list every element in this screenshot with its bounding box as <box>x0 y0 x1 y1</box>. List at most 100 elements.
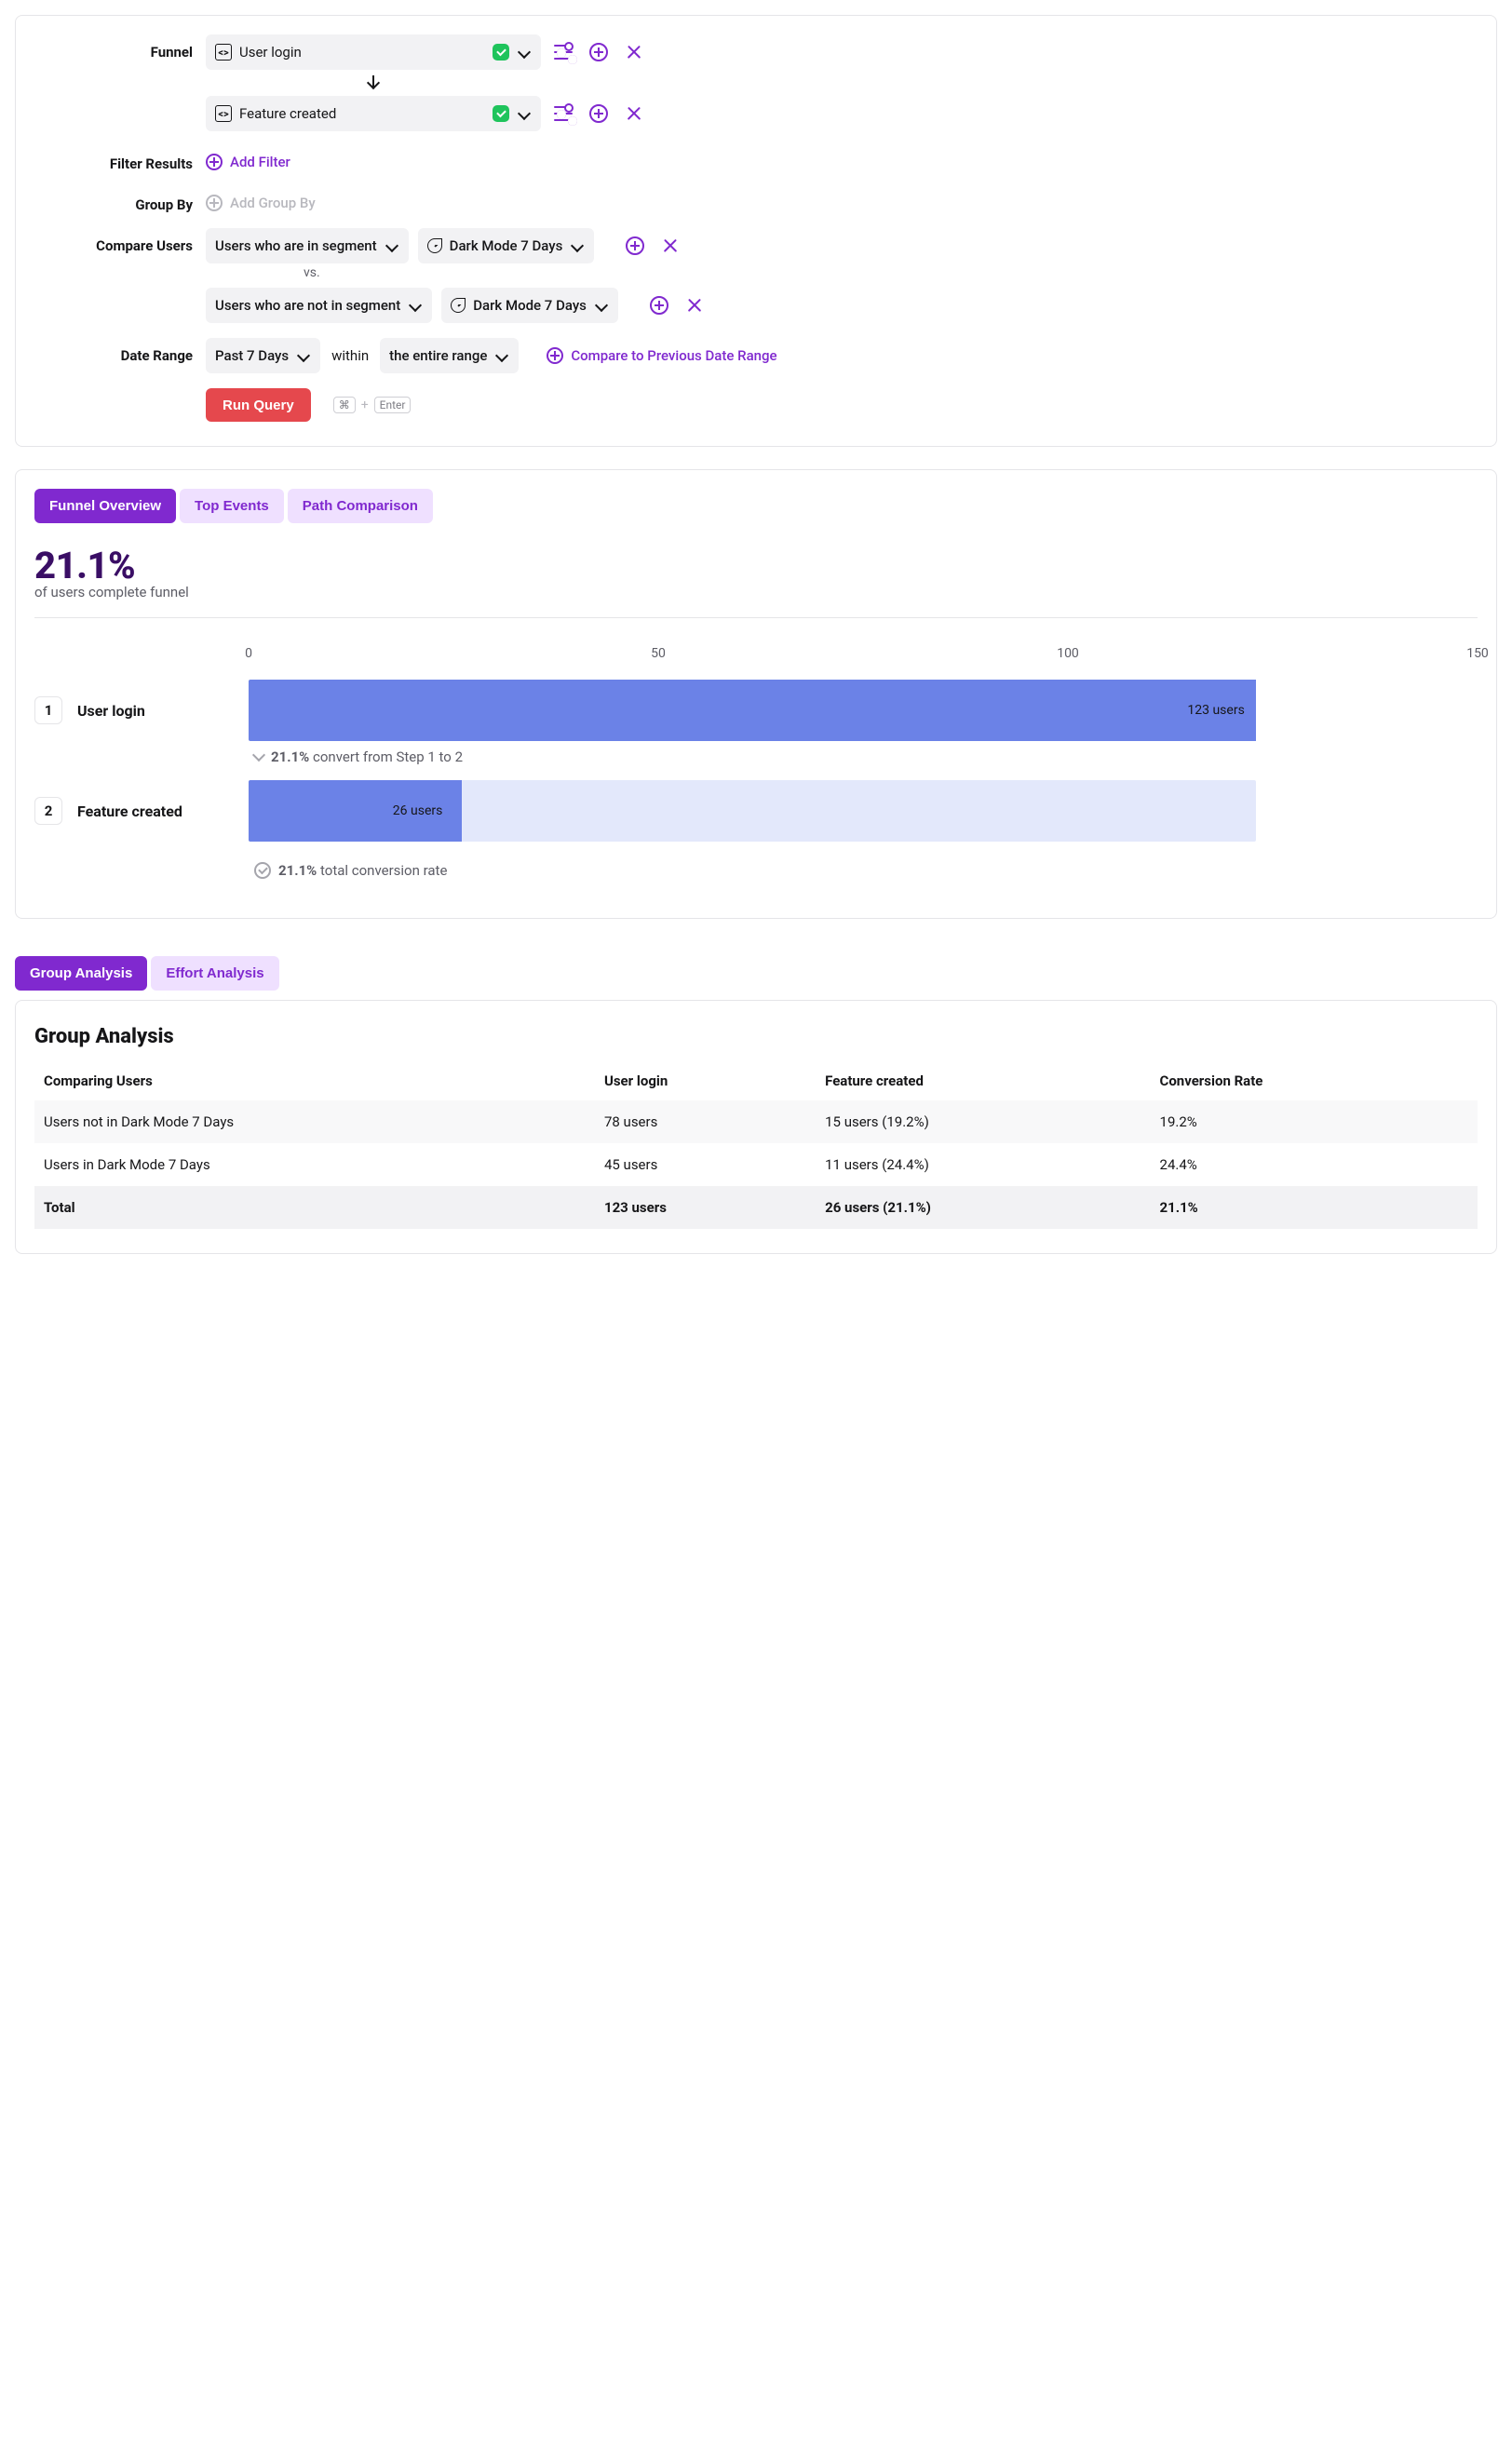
step-2-header: 2 Feature created <box>34 797 249 825</box>
table-head-row: Comparing UsersUser loginFeature created… <box>34 1061 1478 1100</box>
compare-previous-range-button[interactable]: Compare to Previous Date Range <box>547 347 776 364</box>
plus-circle-icon <box>589 104 608 123</box>
compare-a-row: Users who are in segment Dark Mode 7 Day… <box>206 228 1478 263</box>
bar-step-1: 123 users <box>249 680 1478 741</box>
compare-a-cohort-text: Dark Mode 7 Days <box>450 237 563 254</box>
add-step-after-2-button[interactable] <box>586 101 612 127</box>
run-query-button[interactable]: Run Query <box>206 388 311 422</box>
tab-group-analysis[interactable]: Group Analysis <box>15 956 147 991</box>
table-row: Users not in Dark Mode 7 Days78 users15 … <box>34 1100 1478 1143</box>
compare-b-segment-text: Users who are not in segment <box>215 297 400 314</box>
chevron-down-icon <box>518 107 531 120</box>
add-group-by-text: Add Group By <box>230 195 316 211</box>
funnel-step-2-text: Feature created <box>239 105 336 122</box>
headline-subtitle: of users complete funnel <box>34 584 1478 600</box>
plus-circle-icon <box>650 296 668 315</box>
compare-previous-range-text: Compare to Previous Date Range <box>571 347 776 364</box>
table-col-header: User login <box>595 1061 816 1100</box>
add-filter-button[interactable]: Add Filter <box>206 154 290 170</box>
add-group-by-button[interactable]: Add Group By <box>206 195 316 211</box>
kbd-cmd: ⌘ <box>333 397 356 413</box>
divider <box>34 617 1478 618</box>
table-row: Total123 users26 users (21.1%)21.1% <box>34 1186 1478 1229</box>
funnel-step-1-select[interactable]: <> User login <box>206 34 541 70</box>
compare-b-cohort-text: Dark Mode 7 Days <box>473 297 587 314</box>
total-row: 21.1% total conversion rate <box>34 858 1478 883</box>
close-icon <box>626 44 642 61</box>
plus-circle-icon <box>206 154 223 170</box>
group-analysis-title: Group Analysis <box>34 1025 1478 1048</box>
arrow-down-icon <box>372 75 374 87</box>
group-by-row: Group By Add Group By <box>34 187 1478 213</box>
filter-results-label: Filter Results <box>34 146 193 172</box>
event-icon: <> <box>215 105 232 122</box>
clock-icon <box>427 238 442 253</box>
date-scope-select[interactable]: the entire range <box>380 338 519 373</box>
filter-step-1-button[interactable] <box>550 39 576 65</box>
compare-b-cohort-select[interactable]: Dark Mode 7 Days <box>441 288 618 323</box>
remove-step-2-button[interactable] <box>621 101 647 127</box>
filter-results-row: Filter Results Add Filter <box>34 146 1478 172</box>
group-by-label: Group By <box>34 187 193 213</box>
step-1-label: User login <box>77 702 145 720</box>
funnel-label: Funnel <box>34 34 193 61</box>
compare-users-row: Compare Users Users who are in segment D… <box>34 228 1478 323</box>
date-range-text: Past 7 Days <box>215 347 289 364</box>
group-analysis-table: Comparing UsersUser loginFeature created… <box>34 1061 1478 1229</box>
plus-circle-icon <box>547 347 563 364</box>
compare-users-label: Compare Users <box>34 228 193 254</box>
compare-b-row: Users who are not in segment Dark Mode 7… <box>206 288 1478 323</box>
axis-tick: 150 <box>1466 646 1489 661</box>
compare-a-cohort-select[interactable]: Dark Mode 7 Days <box>418 228 595 263</box>
tab-path-comparison[interactable]: Path Comparison <box>288 489 433 523</box>
funnel-row: Funnel <> User login <> Feature <box>34 34 1478 131</box>
table-cell: Users not in Dark Mode 7 Days <box>34 1100 595 1143</box>
compare-a-remove-button[interactable] <box>657 233 683 259</box>
plus-circle-icon <box>626 236 644 255</box>
analysis-tabs: Group Analysis Effort Analysis <box>15 956 1497 991</box>
plus-circle-icon <box>589 43 608 61</box>
table-cell: 21.1% <box>1151 1186 1478 1229</box>
add-step-after-1-button[interactable] <box>586 39 612 65</box>
table-col-header: Comparing Users <box>34 1061 595 1100</box>
run-row: Run Query ⌘ + Enter <box>34 388 1478 422</box>
convert-pct: 21.1% <box>271 748 309 765</box>
remove-step-1-button[interactable] <box>621 39 647 65</box>
adjustments-icon <box>554 45 573 60</box>
tab-funnel-overview[interactable]: Funnel Overview <box>34 489 176 523</box>
date-range-row: Date Range Past 7 Days within the entire… <box>34 338 1478 373</box>
table-cell: 24.4% <box>1151 1143 1478 1186</box>
compare-a-add-button[interactable] <box>622 233 648 259</box>
compare-b-add-button[interactable] <box>646 292 672 318</box>
total-pct: 21.1% <box>278 862 317 879</box>
headline-percentage: 21.1% <box>34 544 1478 587</box>
compare-b-segment-select[interactable]: Users who are not in segment <box>206 288 432 323</box>
date-within-text: within <box>330 347 371 364</box>
query-builder-panel: Funnel <> User login <> Feature <box>15 15 1497 447</box>
funnel-step-1-text: User login <box>239 44 302 61</box>
bar-step-1-caption: 123 users <box>1187 703 1244 718</box>
compare-a-segment-select[interactable]: Users who are in segment <box>206 228 409 263</box>
chevron-down-icon <box>595 299 608 312</box>
convert-row: 21.1% convert from Step 1 to 2 <box>34 745 1478 769</box>
filter-step-2-button[interactable] <box>550 101 576 127</box>
total-rest: total conversion rate <box>320 862 447 879</box>
date-range-select[interactable]: Past 7 Days <box>206 338 320 373</box>
compare-b-remove-button[interactable] <box>682 292 708 318</box>
date-scope-text: the entire range <box>389 347 487 364</box>
funnel-step-2-select[interactable]: <> Feature created <box>206 96 541 131</box>
results-panel: Funnel Overview Top Events Path Comparis… <box>15 469 1497 919</box>
tab-top-events[interactable]: Top Events <box>180 489 284 523</box>
step-2-number: 2 <box>34 797 62 825</box>
axis-tick: 0 <box>245 646 252 661</box>
convert-rest: convert from Step 1 to 2 <box>313 748 463 765</box>
table-cell: 123 users <box>595 1186 816 1229</box>
verified-icon <box>493 105 509 122</box>
table-cell: 19.2% <box>1151 1100 1478 1143</box>
tab-effort-analysis[interactable]: Effort Analysis <box>151 956 278 991</box>
verified-icon <box>493 44 509 61</box>
step-1-number: 1 <box>34 696 62 724</box>
table-cell: Users in Dark Mode 7 Days <box>34 1143 595 1186</box>
table-cell: 26 users (21.1%) <box>816 1186 1150 1229</box>
bar-step-2-caption: 26 users <box>393 803 443 818</box>
